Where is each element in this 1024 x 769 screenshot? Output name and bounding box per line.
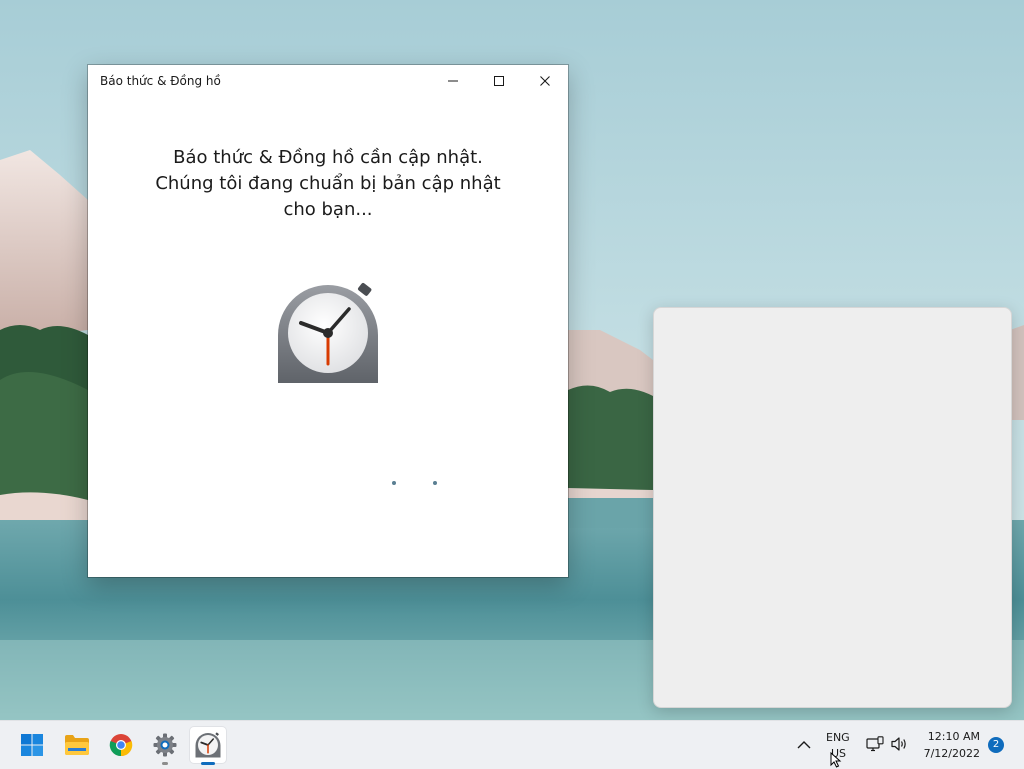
active-indicator — [201, 762, 215, 765]
alarms-clock-icon — [195, 732, 221, 758]
volume-button[interactable] — [891, 736, 909, 756]
maximize-icon — [494, 76, 504, 86]
speaker-icon — [891, 737, 906, 751]
folder-icon — [65, 735, 89, 755]
update-message-line-2: Chúng tôi đang chuẩn bị bản cập nhật — [155, 173, 501, 194]
clock-date[interactable]: 7/12/2022 — [918, 747, 980, 760]
maximize-button[interactable] — [476, 65, 522, 97]
chevron-up-icon — [797, 741, 811, 749]
gear-icon — [153, 733, 177, 757]
close-button[interactable] — [522, 65, 568, 97]
file-explorer-button[interactable] — [59, 727, 95, 763]
minimize-icon — [448, 80, 458, 82]
close-icon — [540, 76, 550, 86]
notification-badge[interactable]: 2 — [988, 737, 1004, 753]
network-icon — [866, 736, 884, 752]
windows-logo-icon — [21, 734, 43, 756]
minimize-button[interactable] — [430, 65, 476, 97]
mouse-cursor-icon — [830, 752, 842, 768]
window-title: Báo thức & Đồng hồ — [100, 74, 221, 88]
alarms-clock-button[interactable] — [190, 727, 226, 765]
running-indicator — [162, 762, 168, 765]
loading-dot — [392, 481, 396, 485]
chrome-icon — [109, 734, 133, 757]
title-bar[interactable]: Báo thức & Đồng hồ — [88, 65, 568, 97]
clock-time[interactable]: 12:10 AM — [920, 730, 980, 743]
alarms-clock-icon — [278, 282, 378, 383]
update-message-line-3: cho bạn... — [283, 199, 373, 220]
alarms-clock-window[interactable]: Báo thức & Đồng hồ Báo thức & Đồng hồ cầ… — [88, 65, 568, 577]
settings-button[interactable] — [147, 727, 183, 765]
input-language[interactable]: ENG — [826, 731, 850, 744]
loading-dot — [433, 481, 437, 485]
start-button[interactable] — [14, 727, 50, 763]
taskbar: ENG US 12:10 AM 7/12/2022 2 — [0, 720, 1024, 769]
chrome-button[interactable] — [103, 727, 139, 763]
flyout-panel[interactable] — [653, 307, 1012, 708]
network-button[interactable] — [866, 736, 884, 756]
update-message-line-1: Báo thức & Đồng hồ cần cập nhật. — [173, 147, 483, 168]
show-hidden-icons-button[interactable] — [795, 735, 813, 755]
update-message: Báo thức & Đồng hồ cần cập nhật. Chúng t… — [128, 145, 528, 223]
